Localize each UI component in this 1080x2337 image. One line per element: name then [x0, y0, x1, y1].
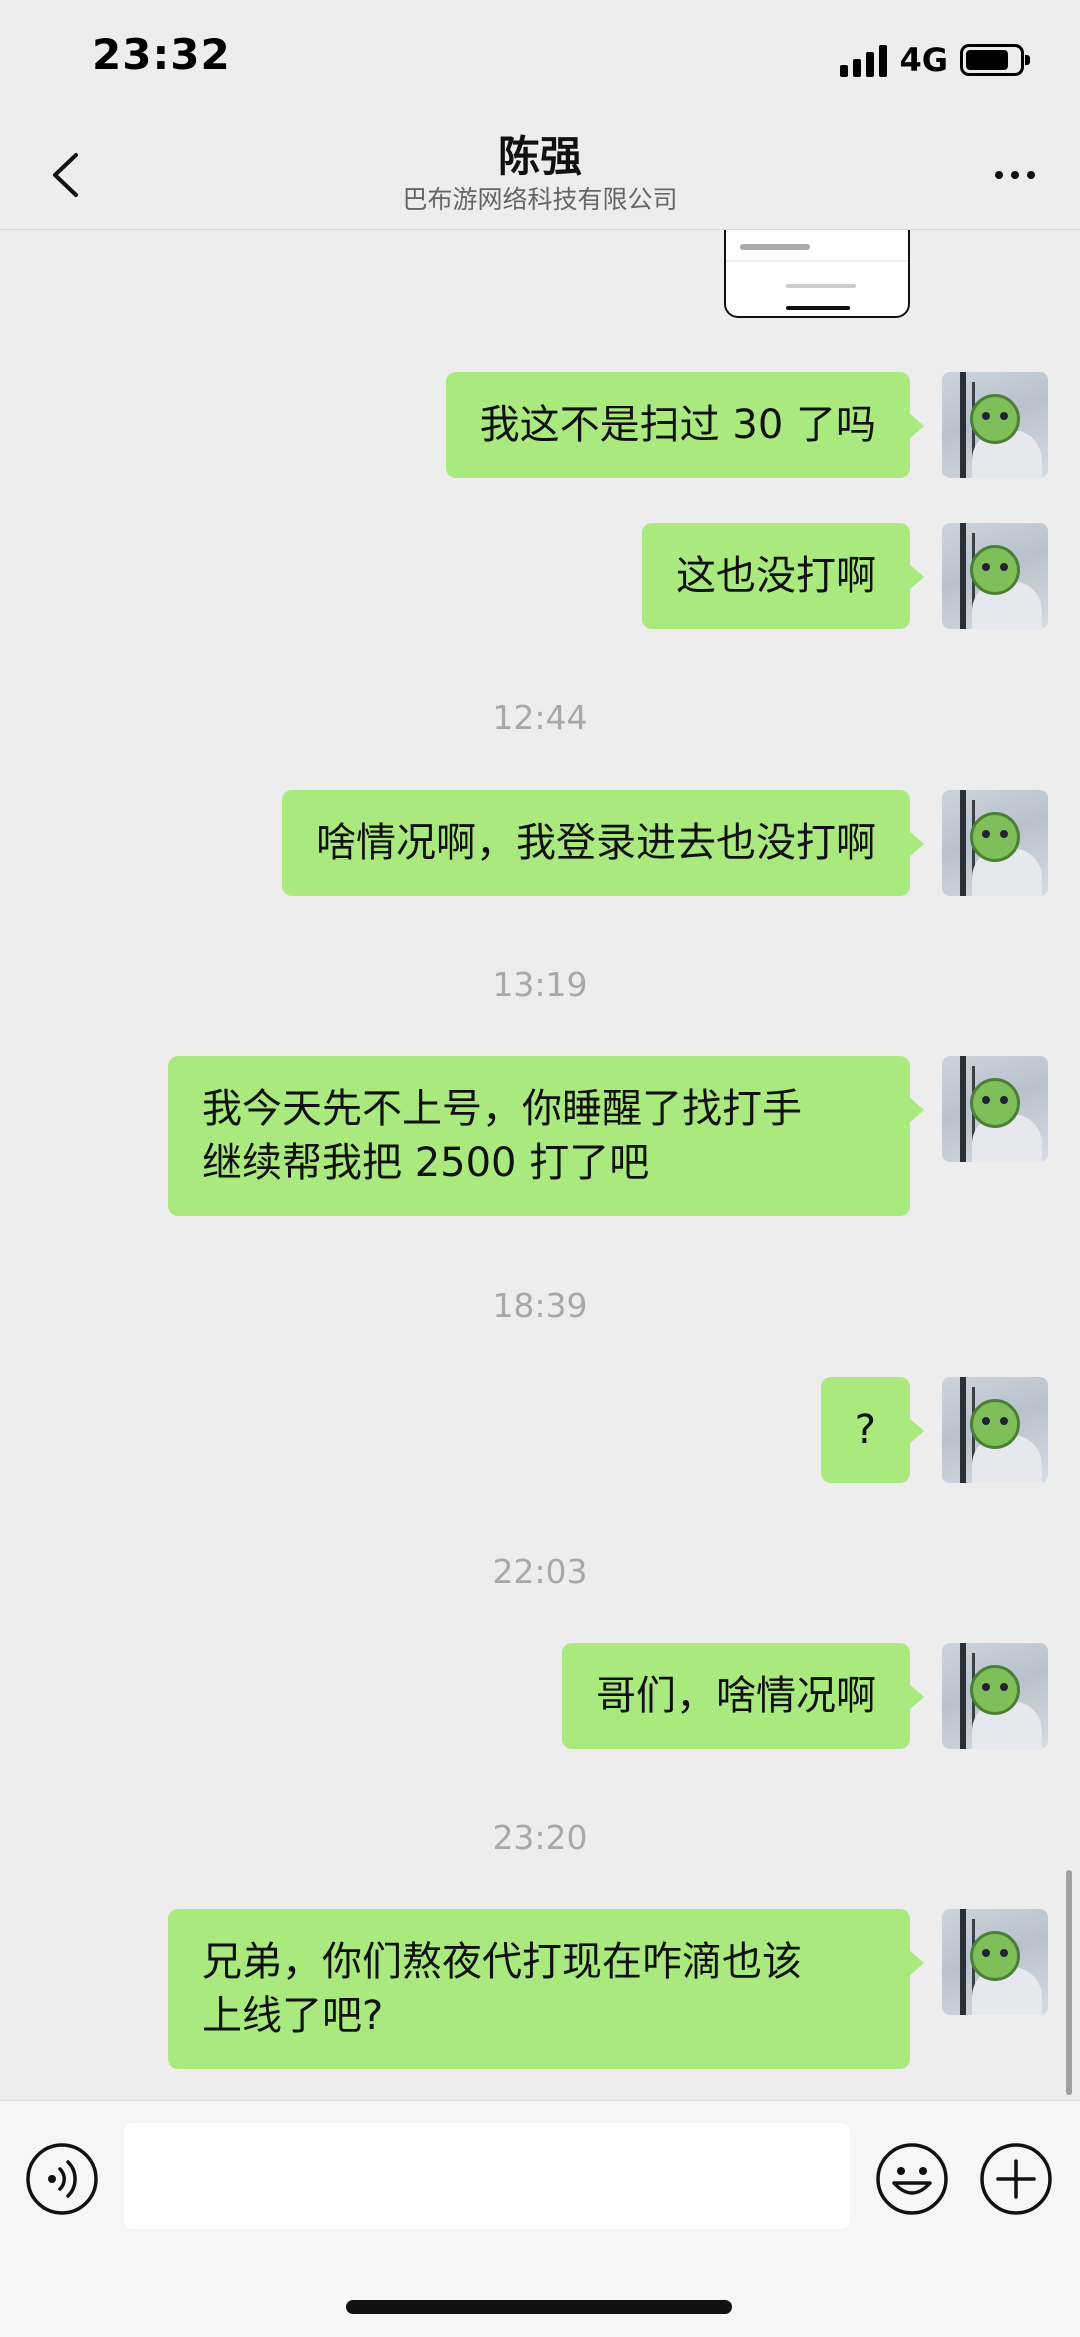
chat-title-block: 陈强 巴布游网络科技有限公司 — [0, 130, 1080, 216]
avatar[interactable] — [942, 1643, 1048, 1749]
timestamp: 22:03 — [492, 1552, 588, 1591]
timestamp: 23:20 — [492, 1818, 588, 1857]
message-bubble[interactable]: 这也没打啊 — [642, 523, 924, 629]
chat-area[interactable]: 我这不是扫过 30 了吗 这也没打啊 12:44 啥情况啊，我登录进去也没打啊 … — [0, 230, 1080, 2100]
message-bubble[interactable]: 哥们，啥情况啊 — [562, 1643, 924, 1749]
voice-button[interactable] — [24, 2141, 100, 2217]
message-input[interactable] — [124, 2123, 850, 2229]
emoji-button[interactable] — [874, 2141, 950, 2217]
status-bar: 23:32 4G — [0, 0, 1080, 120]
message-bubble[interactable]: 我今天先不上号，你睡醒了找打手 继续帮我把 2500 打了吧 — [168, 1056, 924, 1216]
chat-title: 陈强 — [497, 132, 582, 181]
message-bubble[interactable]: 我这不是扫过 30 了吗 — [445, 372, 925, 478]
timestamp: 18:39 — [492, 1286, 588, 1325]
scrollbar[interactable] — [1066, 1870, 1072, 2095]
timestamp: 13:19 — [492, 965, 588, 1004]
status-time: 23:32 — [92, 30, 231, 79]
message-bubble[interactable]: 兄弟，你们熬夜代打现在咋滴也该 上线了吧? — [168, 1909, 924, 2069]
avatar[interactable] — [942, 1377, 1048, 1483]
more-dot-icon — [995, 171, 1003, 179]
message-line: 兄弟，你们熬夜代打现在咋滴也该 — [202, 1939, 802, 1985]
message-bubble[interactable]: 啥情况啊，我登录进去也没打啊 — [282, 790, 924, 896]
more-features-button[interactable] — [978, 2141, 1054, 2217]
home-indicator[interactable] — [346, 2300, 732, 2314]
signal-icon — [840, 43, 888, 77]
status-icons: 4G — [840, 40, 1030, 80]
avatar[interactable] — [942, 1909, 1048, 2015]
message-line: 上线了吧? — [202, 1993, 384, 2039]
message-bubble[interactable]: ? — [820, 1377, 925, 1483]
chat-header: 陈强 巴布游网络科技有限公司 — [0, 120, 1080, 230]
message-line: 继续帮我把 2500 打了吧 — [202, 1140, 650, 1186]
plus-icon — [980, 2143, 1052, 2215]
timestamp: 12:44 — [492, 698, 588, 737]
emoji-icon — [876, 2143, 948, 2215]
more-button[interactable] — [980, 140, 1050, 210]
message-line: 我今天先不上号，你睡醒了找打手 — [202, 1086, 802, 1132]
more-dot-icon — [1027, 171, 1035, 179]
avatar[interactable] — [942, 523, 1048, 629]
avatar[interactable] — [942, 372, 1048, 478]
avatar[interactable] — [942, 790, 1048, 896]
battery-icon — [960, 44, 1030, 76]
more-dot-icon — [1011, 171, 1019, 179]
chat-subtitle: 巴布游网络科技有限公司 — [402, 185, 678, 214]
avatar[interactable] — [942, 1056, 1048, 1162]
voice-icon — [26, 2143, 98, 2215]
network-type: 4G — [899, 41, 948, 79]
image-message-thumbnail[interactable] — [724, 230, 910, 318]
